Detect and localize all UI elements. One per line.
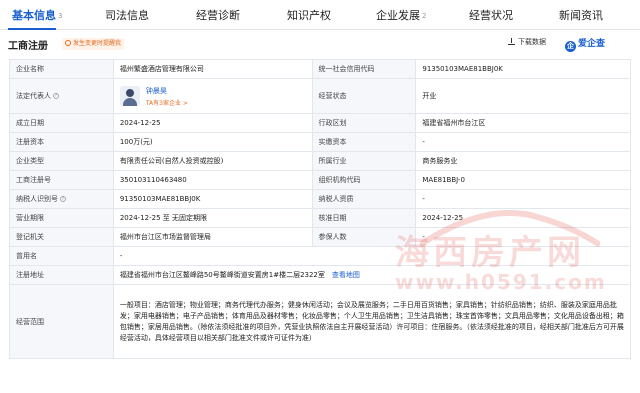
download-data-button[interactable]: 下载数据 — [508, 37, 546, 47]
table-row: 企业类型 有限责任公司(自然人投资或控股) 所属行业 商务服务业 — [10, 152, 631, 171]
tab-label: 司法信息 — [105, 9, 149, 22]
table-row: 成立日期 2024-12-25 行政区划 福建省福州市台江区 — [10, 114, 631, 133]
tab-judicial-info[interactable]: 司法信息 — [105, 7, 149, 23]
value-company-name: 福州繁盛酒店管理有限公司 — [113, 60, 313, 79]
taxpayer-id-label-text: 纳税人识别号 — [16, 195, 58, 203]
alert-icon — [65, 40, 71, 46]
label-status: 经营状态 — [312, 79, 417, 114]
value-registered-address: 福建省福州市台江区鳌峰路50号鳌峰街道安置房1#楼二层2322室 查看地图 — [113, 266, 631, 285]
legal-rep-name-link[interactable]: 钟晨昊 — [146, 86, 188, 96]
tab-business-status[interactable]: 经营状况 — [469, 7, 513, 23]
label-credit-code: 统一社会信用代码 — [312, 60, 417, 79]
label-taxpayer-qualification: 纳税人资质 — [312, 190, 417, 209]
label-company-name: 企业名称 — [10, 60, 114, 79]
download-label: 下载数据 — [518, 38, 546, 46]
tab-basic-info[interactable]: 基本信息 3 — [12, 7, 62, 23]
value-insured-count: - — [416, 228, 631, 247]
value-credit-code: 91350103MAE81BBJ0K — [416, 60, 631, 79]
label-former-name: 曾用名 — [10, 247, 114, 266]
section-title: 工商注册 — [8, 41, 48, 52]
tab-news[interactable]: 新闻资讯 — [559, 7, 603, 23]
table-row: 登记机关 福州市台江区市场监督管理局 参保人数 - — [10, 228, 631, 247]
registration-table: 企业名称 福州繁盛酒店管理有限公司 统一社会信用代码 91350103MAE81… — [9, 59, 631, 359]
change-alert-label: 发生变更时提醒我 — [73, 40, 122, 47]
active-tab-indicator — [8, 28, 56, 30]
brand-label: 爱企查 — [578, 39, 606, 49]
legal-rep-label-text: 法定代表人 — [16, 92, 51, 100]
label-insured-count: 参保人数 — [312, 228, 417, 247]
table-row: 曾用名 - — [10, 247, 631, 266]
tab-label: 经营诊断 — [196, 9, 240, 22]
table-row: 工商注册号 350103110463480 组织机构代码 MAE81BBJ-0 — [10, 171, 631, 190]
value-industry: 商务服务业 — [416, 152, 631, 171]
value-approval-date: 2024-12-25 — [416, 209, 631, 228]
value-paid-capital: - — [416, 133, 631, 152]
help-icon[interactable]: ? — [60, 196, 66, 202]
value-business-term: 2024-12-25 至 无固定期限 — [113, 209, 313, 228]
label-registered-capital: 注册资本 — [10, 133, 114, 152]
value-registered-capital: 100万(元) — [113, 133, 313, 152]
help-icon[interactable]: ? — [53, 93, 59, 99]
label-registration-authority: 登记机关 — [10, 228, 114, 247]
table-row: 企业名称 福州繁盛酒店管理有限公司 统一社会信用代码 91350103MAE81… — [10, 60, 631, 79]
tab-bar: 基本信息 3 司法信息 经营诊断 知识产权 企业发展 2 经营状况 新闻资讯 — [0, 0, 640, 30]
table-row: 营业期限 2024-12-25 至 无固定期限 核准日期 2024-12-25 — [10, 209, 631, 228]
value-founded-date: 2024-12-25 — [113, 114, 313, 133]
value-legal-rep: 钟晨昊 TA有3家企业 > — [113, 79, 313, 114]
tab-enterprise-development[interactable]: 企业发展 2 — [376, 7, 426, 23]
label-registration-number: 工商注册号 — [10, 171, 114, 190]
tab-business-diagnosis[interactable]: 经营诊断 — [196, 7, 240, 23]
tab-label: 知识产权 — [287, 9, 331, 22]
value-business-scope: 一般项目：酒店管理；物业管理；商务代理代办服务；健身休闲活动；会议及展览服务；二… — [113, 285, 631, 359]
label-registered-address: 注册地址 — [10, 266, 114, 285]
label-business-scope: 经营范围 — [10, 285, 114, 359]
value-taxpayer-qualification: - — [416, 190, 631, 209]
label-business-term: 营业期限 — [10, 209, 114, 228]
tab-count: 2 — [422, 12, 427, 20]
tab-count: 3 — [58, 12, 63, 20]
table-row: 注册地址 福建省福州市台江区鳌峰路50号鳌峰街道安置房1#楼二层2322室 查看地… — [10, 266, 631, 285]
tab-label: 基本信息 — [12, 9, 56, 22]
table-row: 经营范围 一般项目：酒店管理；物业管理；商务代理代办服务；健身休闲活动；会议及展… — [10, 285, 631, 359]
view-map-link[interactable]: 查看地图 — [332, 270, 360, 280]
table-row: 注册资本 100万(元) 实缴资本 - — [10, 133, 631, 152]
label-region: 行政区划 — [312, 114, 417, 133]
value-former-name: - — [113, 247, 631, 266]
change-alert-button[interactable]: 发生变更时提醒我 — [62, 38, 125, 50]
value-registration-authority: 福州市台江区市场监督管理局 — [113, 228, 313, 247]
value-region: 福建省福州市台江区 — [416, 114, 631, 133]
value-status: 开业 — [416, 79, 631, 114]
value-registration-number: 350103110463480 — [113, 171, 313, 190]
label-industry: 所属行业 — [312, 152, 417, 171]
value-taxpayer-id: 91350103MAE81BBJ0K — [113, 190, 313, 209]
label-org-code: 组织机构代码 — [312, 171, 417, 190]
value-company-type: 有限责任公司(自然人投资或控股) — [113, 152, 313, 171]
tab-label: 企业发展 — [376, 9, 420, 22]
tab-label: 新闻资讯 — [559, 9, 603, 22]
table-row: 纳税人识别号? 91350103MAE81BBJ0K 纳税人资质 - — [10, 190, 631, 209]
label-approval-date: 核准日期 — [312, 209, 417, 228]
label-paid-capital: 实缴资本 — [312, 133, 417, 152]
avatar[interactable] — [119, 86, 140, 106]
tab-label: 经营状况 — [469, 9, 513, 22]
label-legal-rep: 法定代表人? — [10, 79, 114, 114]
aiqicha-logo: 企爱企查 — [565, 36, 605, 52]
tab-intellectual-property[interactable]: 知识产权 — [287, 7, 331, 23]
table-row: 法定代表人? 钟晨昊 TA有3家企业 > 经营状态 开业 — [10, 79, 631, 114]
label-taxpayer-id: 纳税人识别号? — [10, 190, 114, 209]
download-icon — [508, 38, 515, 45]
label-founded-date: 成立日期 — [10, 114, 114, 133]
label-company-type: 企业类型 — [10, 152, 114, 171]
value-org-code: MAE81BBJ-0 — [416, 171, 631, 190]
address-text: 福建省福州市台江区鳌峰路50号鳌峰街道安置房1#楼二层2322室 — [119, 271, 325, 279]
legal-rep-companies-link[interactable]: TA有3家企业 > — [146, 98, 188, 107]
aiqicha-logo-icon: 企 — [565, 41, 576, 52]
